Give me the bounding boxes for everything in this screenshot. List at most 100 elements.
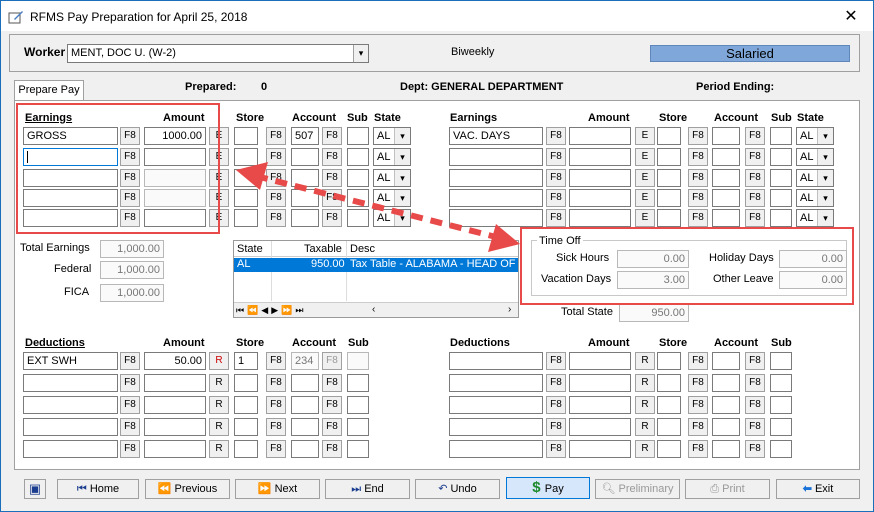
- tab-prepare-pay[interactable]: Prepare Pay: [14, 80, 84, 101]
- deduction-account-field[interactable]: [291, 374, 319, 392]
- deduction-sub-field[interactable]: [347, 396, 369, 414]
- deduction-sub-field[interactable]: [347, 440, 369, 458]
- store-lookup-f8-button[interactable]: F8: [688, 440, 708, 458]
- previous-button[interactable]: ⏪ Previous: [145, 479, 230, 499]
- deduction-lookup-f8-button[interactable]: F8: [120, 418, 140, 436]
- earning-account-field[interactable]: 507: [291, 127, 319, 145]
- store-lookup-f8-button[interactable]: F8: [266, 352, 286, 370]
- state-select[interactable]: AL ▾: [373, 127, 411, 145]
- next-button[interactable]: ⏩ Next: [235, 479, 320, 499]
- state-select[interactable]: AL ▾: [796, 189, 834, 207]
- deduction-code-field[interactable]: [449, 352, 543, 370]
- deduction-account-field[interactable]: 234: [291, 352, 319, 370]
- chevron-down-icon[interactable]: ▾: [817, 210, 833, 226]
- deduction-sub-field[interactable]: [347, 352, 369, 370]
- deduction-code-field[interactable]: [23, 418, 118, 436]
- earning-e-button[interactable]: E: [635, 189, 655, 207]
- deduction-code-field[interactable]: [23, 374, 118, 392]
- undo-button[interactable]: ↶ Undo: [415, 479, 500, 499]
- deduction-lookup-f8-button[interactable]: F8: [546, 440, 566, 458]
- deduction-r-button[interactable]: R: [635, 352, 655, 370]
- scroll-left-icon[interactable]: ‹: [372, 304, 375, 315]
- worker-select[interactable]: MENT, DOC U. (W-2) ▾: [67, 44, 369, 63]
- account-lookup-f8-button[interactable]: F8: [745, 396, 765, 414]
- deduction-code-field[interactable]: [449, 374, 543, 392]
- deduction-amount-field[interactable]: [144, 440, 206, 458]
- store-lookup-f8-button[interactable]: F8: [688, 374, 708, 392]
- deduction-r-button[interactable]: R: [209, 374, 229, 392]
- deduction-lookup-f8-button[interactable]: F8: [120, 352, 140, 370]
- account-lookup-f8-button[interactable]: F8: [322, 374, 342, 392]
- deduction-amount-field[interactable]: [569, 352, 631, 370]
- account-lookup-f8-button[interactable]: F8: [322, 418, 342, 436]
- deduction-code-field[interactable]: EXT SWH: [23, 352, 118, 370]
- earning-store-field[interactable]: [657, 209, 681, 227]
- account-lookup-f8-button[interactable]: F8: [745, 374, 765, 392]
- state-select[interactable]: AL ▾: [796, 127, 834, 145]
- deduction-code-field[interactable]: [23, 396, 118, 414]
- deduction-lookup-f8-button[interactable]: F8: [546, 374, 566, 392]
- deduction-sub-field[interactable]: [770, 418, 792, 436]
- earning-account-field[interactable]: [712, 127, 740, 145]
- deduction-amount-field[interactable]: [569, 440, 631, 458]
- account-lookup-f8-button[interactable]: F8: [322, 352, 342, 370]
- earning-store-field[interactable]: [657, 189, 681, 207]
- store-lookup-f8-button[interactable]: F8: [688, 148, 708, 166]
- deduction-r-button[interactable]: R: [209, 440, 229, 458]
- deduction-lookup-f8-button[interactable]: F8: [120, 374, 140, 392]
- earning-lookup-f8-button[interactable]: F8: [546, 127, 566, 145]
- earning-sub-field[interactable]: [770, 148, 792, 166]
- exit-button[interactable]: ⬅ Exit: [776, 479, 860, 499]
- earning-sub-field[interactable]: [770, 127, 792, 145]
- store-lookup-f8-button[interactable]: F8: [688, 418, 708, 436]
- deduction-lookup-f8-button[interactable]: F8: [120, 440, 140, 458]
- grid-row-selected[interactable]: AL 950.00 Tax Table - ALABAMA - HEAD OF …: [234, 258, 518, 272]
- deduction-account-field[interactable]: [291, 440, 319, 458]
- deduction-amount-field[interactable]: [569, 374, 631, 392]
- deduction-sub-field[interactable]: [347, 418, 369, 436]
- deduction-store-field[interactable]: [657, 418, 681, 436]
- grid-nav-buttons[interactable]: ⏮⏪◀▶⏩⏭: [236, 305, 348, 316]
- earning-amount-field[interactable]: [569, 169, 631, 187]
- earning-amount-field[interactable]: [569, 209, 631, 227]
- account-lookup-f8-button[interactable]: F8: [745, 440, 765, 458]
- deduction-amount-field[interactable]: 50.00: [144, 352, 206, 370]
- earning-amount-field[interactable]: [569, 189, 631, 207]
- earning-account-field[interactable]: [712, 209, 740, 227]
- deduction-amount-field[interactable]: [144, 374, 206, 392]
- chevron-down-icon[interactable]: ▾: [817, 190, 833, 206]
- deduction-r-button[interactable]: R: [209, 352, 229, 370]
- store-lookup-f8-button[interactable]: F8: [266, 440, 286, 458]
- deduction-amount-field[interactable]: [569, 418, 631, 436]
- deduction-r-button[interactable]: R: [635, 418, 655, 436]
- deduction-r-button[interactable]: R: [635, 374, 655, 392]
- earning-code-field-right[interactable]: VAC. DAYS: [449, 127, 543, 145]
- preliminary-button[interactable]: 🔍︎ Preliminary: [595, 479, 680, 499]
- deduction-account-field[interactable]: [712, 374, 740, 392]
- deduction-lookup-f8-button[interactable]: F8: [546, 418, 566, 436]
- account-lookup-f8-button[interactable]: F8: [745, 148, 765, 166]
- deduction-r-button[interactable]: R: [635, 396, 655, 414]
- end-button[interactable]: ⏭ End: [325, 479, 410, 499]
- deduction-store-field[interactable]: [234, 374, 258, 392]
- deduction-amount-field[interactable]: [144, 396, 206, 414]
- deduction-sub-field[interactable]: [770, 352, 792, 370]
- pay-button[interactable]: $ Pay: [506, 477, 590, 499]
- earning-account-field[interactable]: [712, 169, 740, 187]
- deduction-store-field[interactable]: [657, 374, 681, 392]
- account-lookup-f8-button[interactable]: F8: [322, 127, 342, 145]
- earning-store-field[interactable]: [657, 169, 681, 187]
- deduction-account-field[interactable]: [712, 352, 740, 370]
- deduction-sub-field[interactable]: [347, 374, 369, 392]
- deduction-code-field[interactable]: [449, 418, 543, 436]
- deduction-store-field[interactable]: [234, 440, 258, 458]
- store-lookup-f8-button[interactable]: F8: [688, 396, 708, 414]
- earning-e-button[interactable]: E: [635, 127, 655, 145]
- deduction-account-field[interactable]: [712, 418, 740, 436]
- store-lookup-f8-button[interactable]: F8: [266, 396, 286, 414]
- earning-e-button[interactable]: E: [635, 169, 655, 187]
- earning-lookup-f8-button[interactable]: F8: [546, 209, 566, 227]
- earning-lookup-f8-button[interactable]: F8: [546, 148, 566, 166]
- deduction-sub-field[interactable]: [770, 440, 792, 458]
- deduction-lookup-f8-button[interactable]: F8: [546, 396, 566, 414]
